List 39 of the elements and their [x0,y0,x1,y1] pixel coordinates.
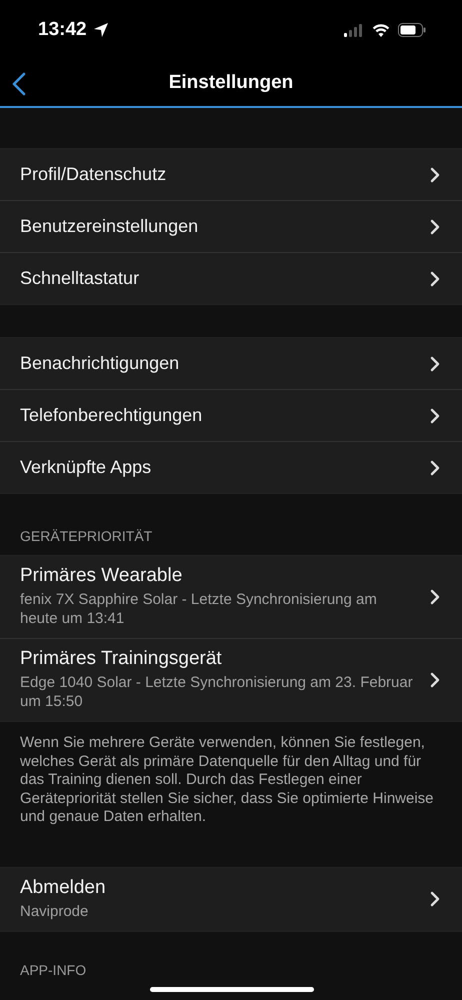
chevron-right-icon [430,460,440,476]
row-subtitle: fenix 7X Sapphire Solar - Letzte Synchronisierung am heute um 13:41 [20,590,378,628]
section-header: APP-INFO [19,960,88,980]
section-header: GERÄTEPRIORITÄT [19,527,154,546]
chevron-right-icon [430,218,440,234]
row-title: Telefonberechtigungen [20,405,204,426]
row-title: Schnelltastatur [20,268,140,289]
page-title: Einstellungen [168,72,294,94]
settings-row[interactable]: Schnelltastatur [0,252,462,304]
battery-icon [398,23,426,37]
row-subtitle: Edge 1040 Solar - Letzte Synchronisierung am 23. Februar um 15:50 [20,673,414,711]
row-title: Profil/Datenschutz [20,164,168,185]
row-title: Benachrichtigungen [20,353,180,374]
settings-row[interactable]: Benachrichtigungen [0,338,462,389]
settings-row[interactable]: Benutzereinstellungen [0,200,462,252]
chevron-right-icon [430,588,440,604]
wifi-icon [372,24,390,36]
signal-icon [344,24,364,36]
row-title: Benutzereinstellungen [20,216,200,237]
settings-row[interactable]: Primäres Wearable fenix 7X Sapphire Solar - Letzte Synchronisierung am heute um 13:41 [0,556,462,638]
chevron-right-icon [430,270,440,286]
row-title: Primäres Wearable [20,565,184,587]
settings-row[interactable]: Profil/Datenschutz [0,149,462,200]
settings-row[interactable]: Telefonberechtigungen [0,389,462,441]
row-title: Primäres Trainingsgerät [20,648,223,670]
row-title: Abmelden [20,876,107,898]
settings-row[interactable]: Abmelden Naviprode [0,868,462,930]
location-arrow-icon [92,22,109,38]
chevron-right-icon [430,408,440,424]
chevron-right-icon [430,672,440,688]
settings-row[interactable]: Verknüpfte Apps [0,441,462,493]
settings-row[interactable]: Primäres Trainingsgerät Edge 1040 Solar - Letzte Synchronisierung am 23. Februar um 15:50 [0,638,462,721]
row-subtitle: Naviprode [20,902,90,920]
chevron-right-icon [430,356,440,372]
row-title: Verknüpfte Apps [20,457,152,478]
status-time: 13:42 [38,19,87,41]
chevron-right-icon [430,166,440,182]
section-footer: Wenn Sie mehrere Geräte verwenden, können Sie festlegen, welches Gerät als primäre Datenquelle für den Alltag und für das Training dienen soll. Durch das Festlegen einer Gerätepriorität stellen Sie sicher, dass Sie optimierte Hinweise und genaue Daten erhalten. [0,722,462,826]
chevron-right-icon [430,890,440,906]
